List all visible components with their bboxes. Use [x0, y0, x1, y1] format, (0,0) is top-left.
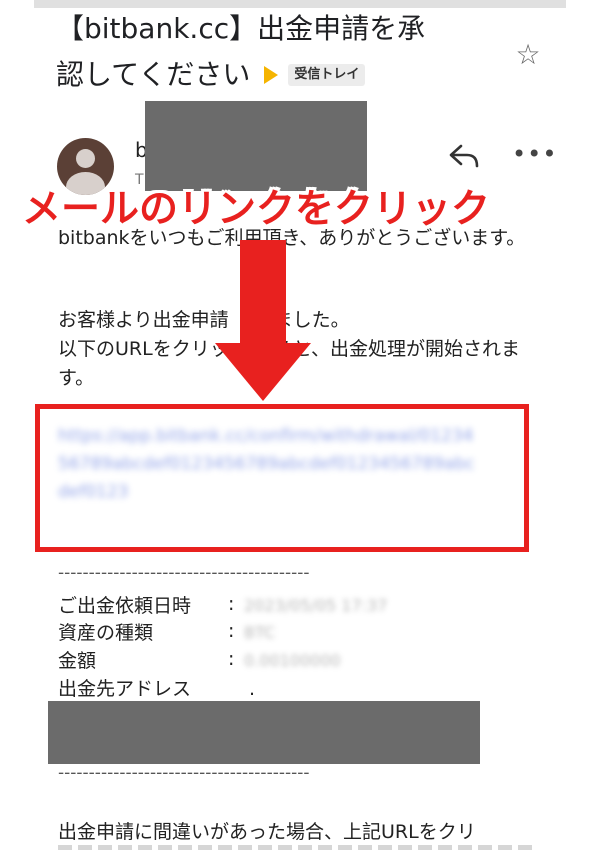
importance-marker-icon[interactable] [264, 66, 279, 84]
email-subject: 【bitbank.cc】出金申請を承 認してください 受信トレイ [56, 6, 496, 98]
detail-label-asset: 資産の種類 [58, 622, 154, 644]
annotation-arrow-shaft [240, 240, 286, 345]
redacted-address-block [48, 701, 480, 764]
avatar-head [76, 149, 95, 168]
detail-value-address: . [249, 678, 256, 700]
details-divider-bottom: ----------------------------------------… [58, 763, 310, 783]
detail-colon: : [228, 620, 235, 642]
footer-paragraph: 出金申請に間違いがあった場合、上記URLをクリ [58, 821, 476, 843]
footer-cutoff-line [58, 845, 538, 850]
detail-value-asset: BTC [244, 623, 275, 642]
detail-label-date: ご出金依頼日時 [58, 595, 192, 617]
detail-label-address: 出金先アドレス [58, 678, 192, 700]
detail-value-date: 2023/05/05 17:37 [244, 596, 388, 615]
detail-label-amount: 金額 [58, 650, 97, 672]
detail-value-amount: 0.00100000 [244, 651, 341, 670]
request-line-1a: お客様より出金申請 [58, 309, 229, 331]
details-divider-top: ----------------------------------------… [58, 563, 310, 583]
annotation-arrow-head-icon [215, 343, 311, 401]
detail-colon: : [228, 593, 235, 615]
star-outline-icon[interactable]: ☆ [513, 40, 543, 70]
subject-line-1: 【bitbank.cc】出金申請を承 [56, 12, 426, 45]
confirmation-link[interactable]: https://app.bitbank.cc/confirm/withdrawa… [58, 422, 478, 506]
annotation-callout: メールのリンクをクリック [22, 187, 491, 232]
request-line-2a: 以下のURLをクリッ [58, 338, 229, 360]
detail-colon: : [228, 648, 235, 670]
subject-line-2: 認してください [56, 58, 251, 91]
reply-icon[interactable] [447, 142, 481, 170]
inbox-label-chip[interactable]: 受信トレイ [288, 64, 366, 86]
subject-line-2-row: 認してください 受信トレイ [56, 52, 496, 98]
more-horizontal-icon[interactable]: ••• [512, 140, 557, 168]
